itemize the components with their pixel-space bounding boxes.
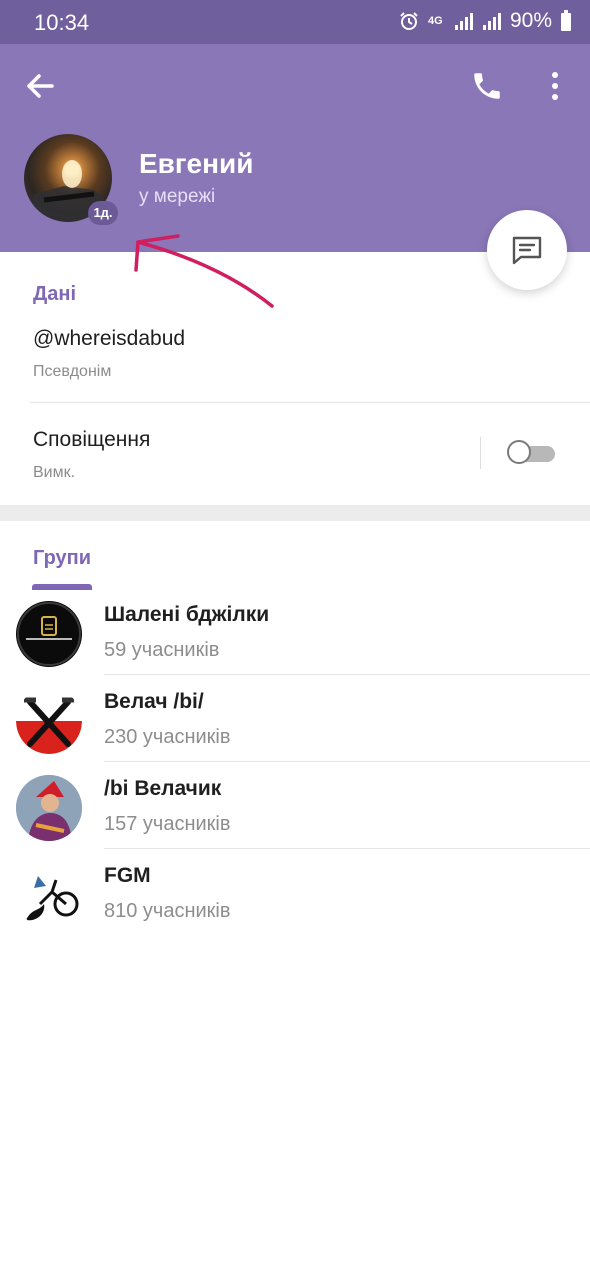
- status-bar: 10:34 4G 90%: [0, 0, 590, 44]
- arrow-back-icon[interactable]: [22, 68, 58, 104]
- group-member-count: 59 учасників: [104, 639, 220, 661]
- more-vert-icon[interactable]: [545, 70, 565, 102]
- toggle-separator: [480, 437, 481, 469]
- phone-icon[interactable]: [470, 66, 504, 106]
- presence-status: у мережі: [139, 186, 216, 207]
- group-name: Велач /bi/: [104, 690, 204, 713]
- section-spacer: [0, 505, 590, 521]
- message-icon: [512, 236, 542, 265]
- signal-icon-2: [482, 13, 501, 30]
- toggle-thumb: [507, 440, 531, 464]
- group-name: FGM: [104, 864, 151, 887]
- group-name: Шалені бджілки: [104, 603, 270, 626]
- contact-name: Евгений: [139, 148, 254, 179]
- notifications-status: Вимк.: [33, 464, 76, 481]
- group-member-count: 230 учасників: [104, 726, 231, 748]
- group-avatar: [16, 601, 82, 667]
- signal-icon: [454, 13, 473, 30]
- alarm-icon: [400, 12, 418, 30]
- notifications-toggle[interactable]: [507, 440, 555, 466]
- group-name: /bi Велачик: [104, 777, 222, 800]
- divider: [30, 402, 590, 403]
- send-message-button[interactable]: [487, 210, 567, 290]
- group-item[interactable]: /bi Велачик 157 учасників: [0, 762, 590, 849]
- section-title-info: Дані: [33, 283, 77, 305]
- group-item[interactable]: Шалені бджілки 59 учасників: [0, 588, 590, 675]
- group-item[interactable]: FGM 810 учасників: [0, 849, 590, 936]
- network-4g-icon: 4G: [427, 14, 443, 27]
- group-member-count: 810 учасників: [104, 900, 231, 922]
- group-avatar: [16, 688, 82, 754]
- group-avatar: [16, 775, 82, 841]
- username-value[interactable]: @whereisdabud: [33, 327, 185, 351]
- status-time: 10:34: [34, 10, 90, 35]
- status-icons: 4G 90%: [398, 9, 572, 33]
- annotation-arrow: [134, 234, 274, 308]
- group-member-count: 157 учасників: [104, 813, 231, 835]
- section-title-groups: Групи: [33, 547, 92, 569]
- battery-level: 90%: [509, 9, 552, 32]
- group-avatar: [16, 862, 82, 928]
- username-label: Псевдонім: [33, 363, 112, 380]
- notifications-label[interactable]: Сповіщення: [33, 428, 150, 452]
- group-item[interactable]: Велач /bi/ 230 учасників: [0, 675, 590, 762]
- battery-icon: [561, 10, 571, 31]
- last-seen-badge: 1д.: [88, 201, 118, 225]
